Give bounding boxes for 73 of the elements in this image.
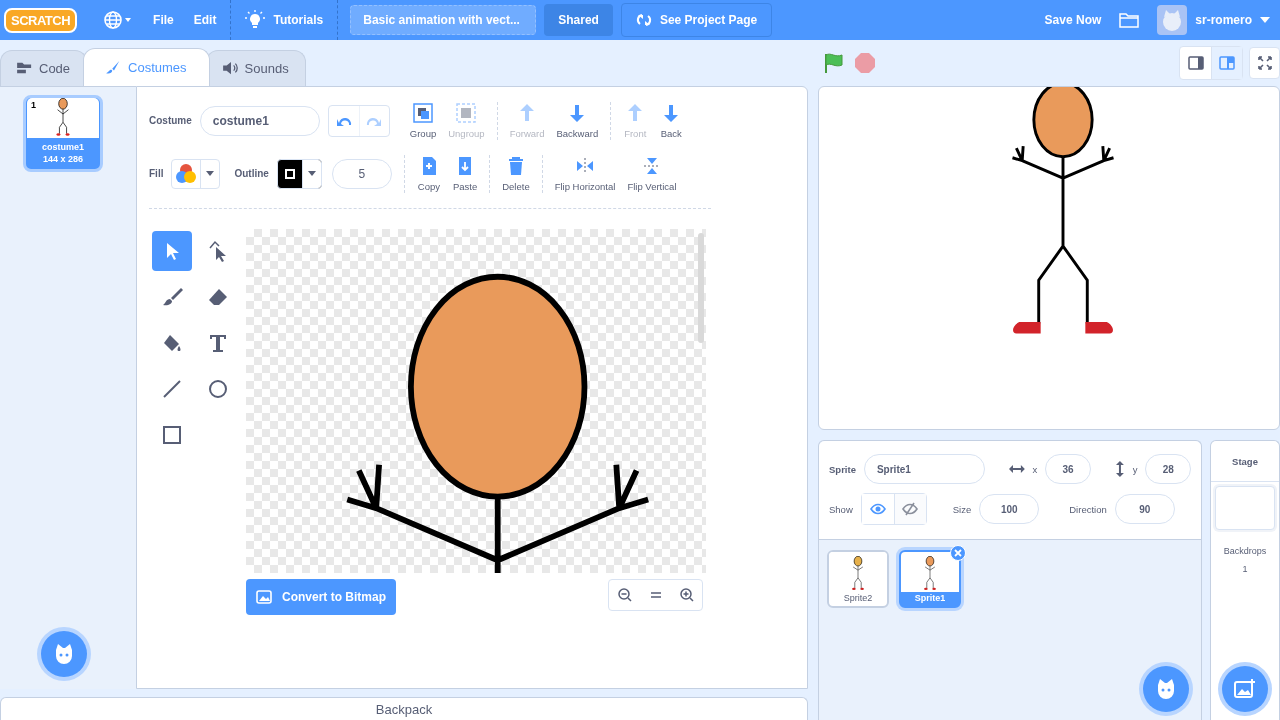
circle-icon xyxy=(207,377,229,400)
folder-icon[interactable] xyxy=(1119,12,1140,28)
caret-icon xyxy=(206,171,215,177)
fill-label: Fill xyxy=(149,168,164,180)
x-label: x xyxy=(1032,463,1038,475)
zoom-in-icon xyxy=(679,587,694,602)
small-stage-icon xyxy=(1187,56,1204,70)
stop-button[interactable] xyxy=(854,52,876,74)
image-icon xyxy=(256,589,272,604)
flag-button[interactable] xyxy=(822,52,844,74)
lightbulb-icon xyxy=(245,10,266,30)
close-icon xyxy=(954,549,962,557)
costume-tile[interactable]: 1 costume1 144 x 286 xyxy=(23,94,103,172)
ungroup-icon xyxy=(455,102,478,125)
sprite-tile[interactable]: Sprite2 xyxy=(827,550,889,608)
sprite-label: Sprite xyxy=(829,463,856,475)
y-label: y xyxy=(1132,463,1138,475)
globe-icon xyxy=(103,10,134,30)
caret-icon[interactable] xyxy=(1260,17,1270,23)
speaker-icon xyxy=(222,61,239,76)
eye-icon xyxy=(869,503,886,515)
backpack-bar[interactable]: Backpack xyxy=(0,697,808,720)
choose-sprite-button[interactable] xyxy=(1143,666,1189,712)
choose-backdrop-button[interactable] xyxy=(1222,666,1268,712)
shared-button[interactable]: Shared xyxy=(544,4,613,36)
line-icon xyxy=(161,377,183,400)
refresh-icon xyxy=(635,12,652,28)
toolbar-button[interactable]: Group xyxy=(403,102,443,140)
show-label: Show xyxy=(829,503,853,515)
eye-slash-icon xyxy=(902,502,919,516)
sprite-thumbnail xyxy=(849,556,867,592)
costume-number: 1 xyxy=(31,99,36,110)
group-icon xyxy=(412,102,434,125)
equals-icon xyxy=(649,590,662,599)
costume-size: 144 x 286 xyxy=(42,152,83,165)
size-label: Size xyxy=(952,503,972,515)
costume-name: costume1 xyxy=(42,140,84,153)
toolbar-button[interactable]: Flip Horizontal xyxy=(548,155,622,193)
backdrops-count: 1 xyxy=(1242,564,1248,574)
fullscreen-button[interactable] xyxy=(1249,47,1280,79)
zoom-out-icon xyxy=(617,587,632,602)
caret-icon xyxy=(307,171,316,177)
stage-panel-title: Stage xyxy=(1211,441,1279,482)
avatar-icon[interactable] xyxy=(1157,5,1188,35)
toolbar-button[interactable]: Backward xyxy=(550,102,605,140)
toolbar-button[interactable]: Flip Vertical xyxy=(621,155,683,193)
horizontal-arrow-icon xyxy=(1008,464,1025,474)
toolbar-button[interactable]: Copy xyxy=(410,155,447,193)
square-icon xyxy=(161,423,183,446)
outline-color-picker[interactable] xyxy=(276,158,322,189)
hide-sprite-button[interactable] xyxy=(893,494,926,524)
paint-tool-button[interactable] xyxy=(152,230,192,271)
delete-sprite-button[interactable] xyxy=(950,545,966,561)
fullscreen-icon xyxy=(1257,56,1272,70)
backdrops-label: Backdrops xyxy=(1223,546,1267,556)
brush-icon xyxy=(161,285,183,308)
outline-label: Outline xyxy=(234,168,269,180)
normal-stage-icon xyxy=(1219,56,1235,70)
toolbar-button[interactable]: Back xyxy=(653,102,690,140)
toolbar-button[interactable]: Paste xyxy=(446,155,484,193)
choose-costume-button[interactable] xyxy=(41,631,87,678)
costume-label: Costume xyxy=(149,115,192,127)
vertical-arrow-icon xyxy=(1114,461,1125,477)
fill-color-picker[interactable] xyxy=(171,158,221,189)
direction-label: Direction xyxy=(1069,503,1107,515)
toolbar-button[interactable]: Delete xyxy=(496,155,536,193)
sprite-name: Sprite2 xyxy=(843,593,873,605)
code-icon xyxy=(17,61,33,76)
backdrop-thumbnail[interactable] xyxy=(1215,486,1275,530)
sprite-name: Sprite1 xyxy=(914,593,946,605)
image-icon xyxy=(1234,679,1256,699)
color-dots-icon xyxy=(174,161,199,186)
sprite-thumbnail xyxy=(921,556,939,592)
